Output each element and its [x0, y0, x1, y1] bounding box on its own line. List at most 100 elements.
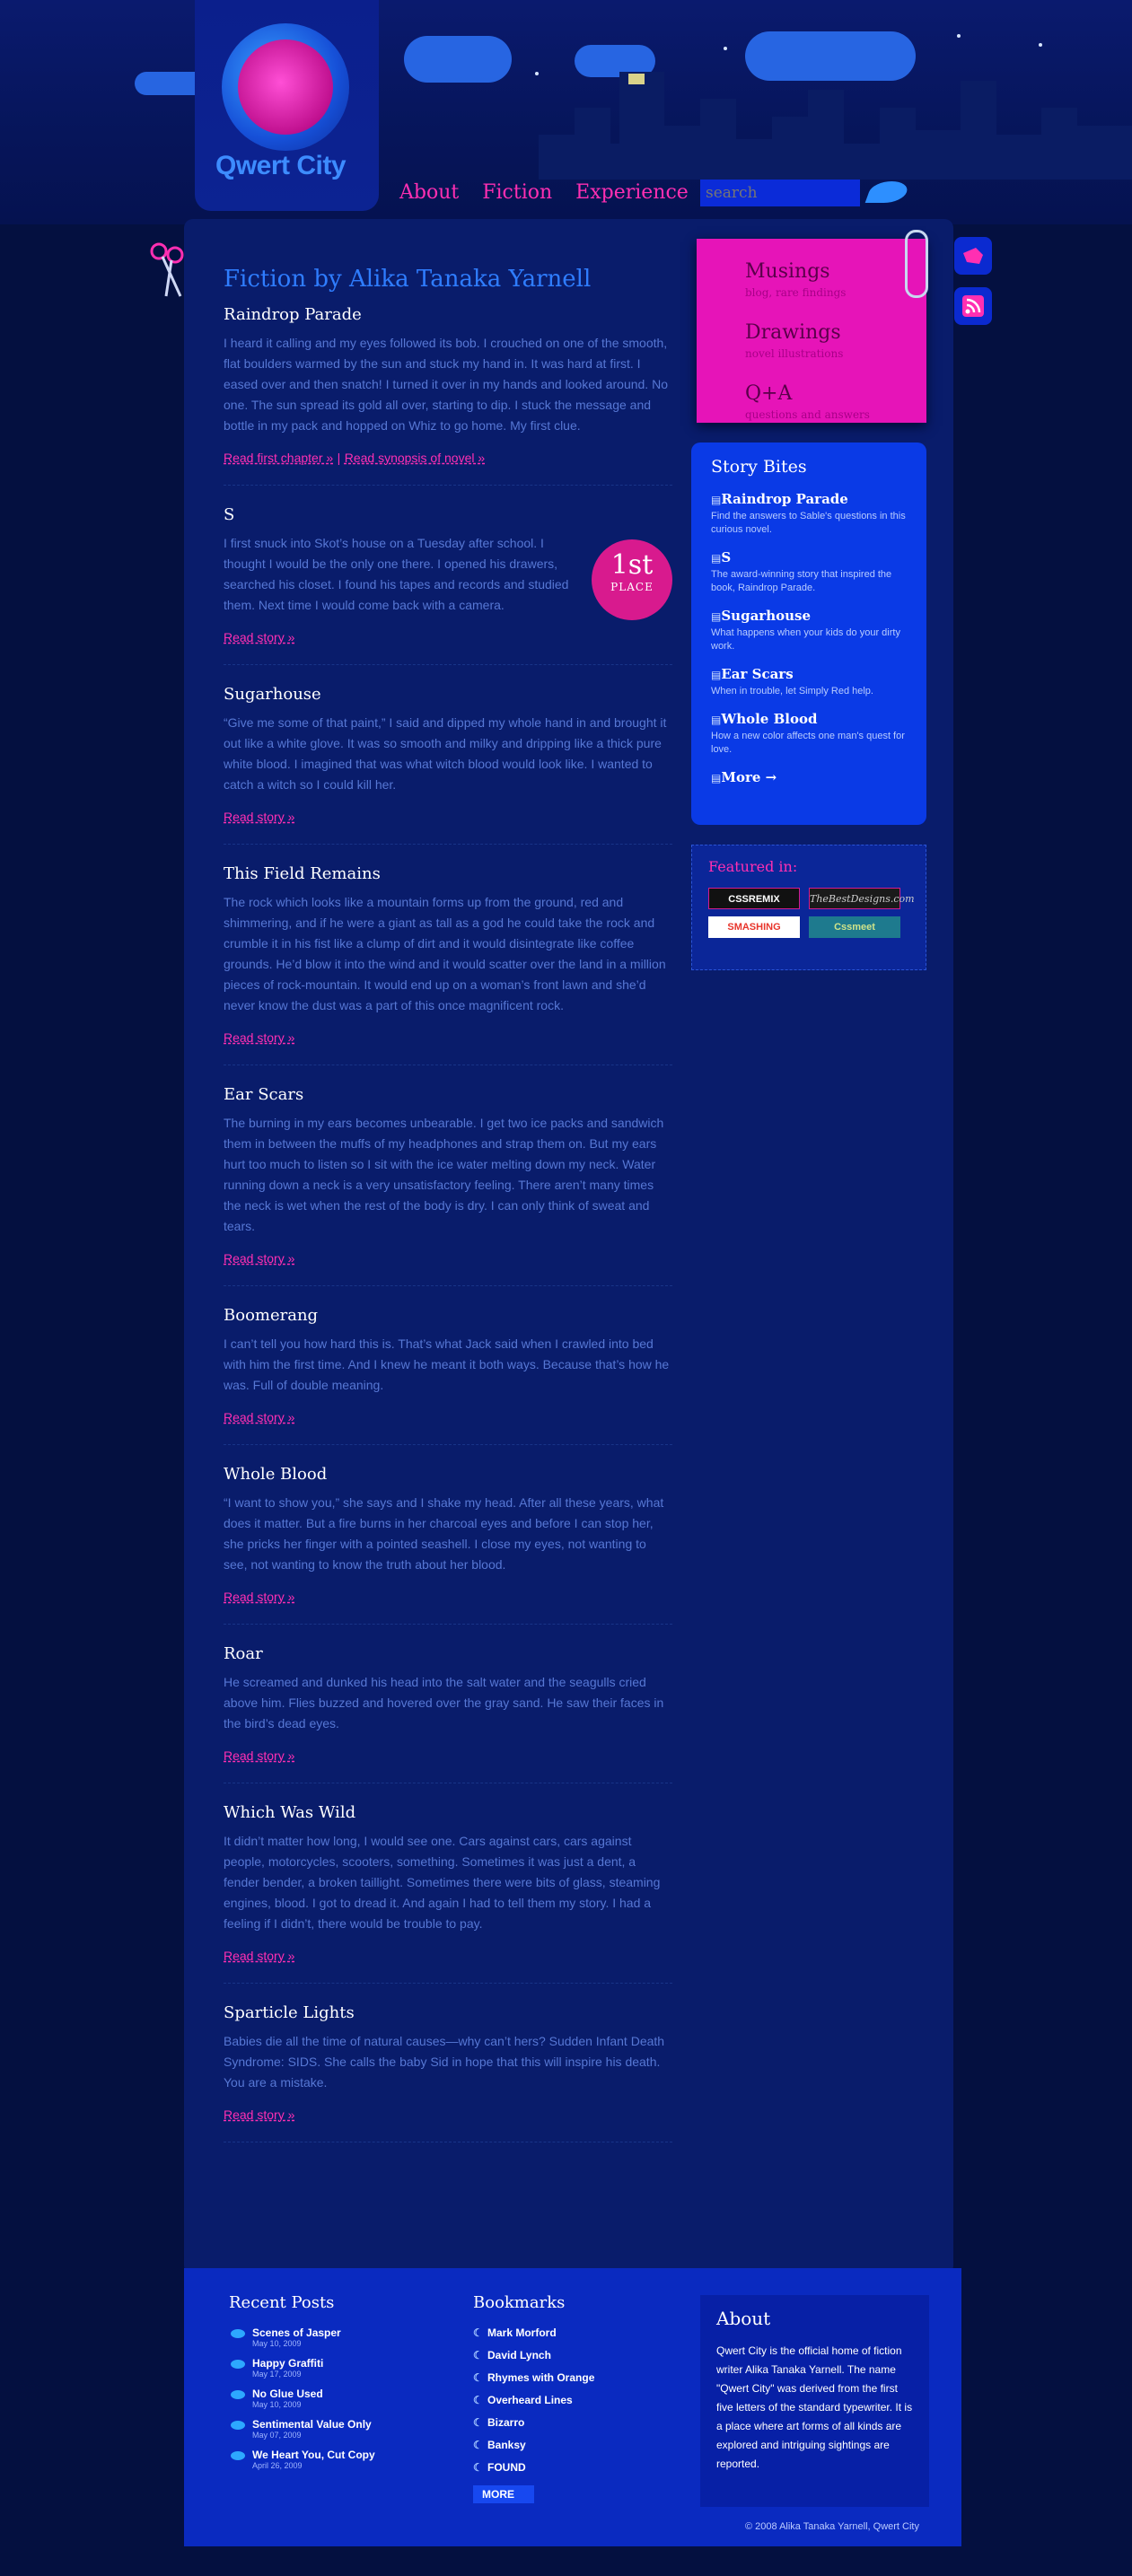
story-title[interactable]: Sparticle Lights: [224, 2003, 672, 2022]
star-decoration: [724, 47, 727, 50]
story-title[interactable]: Which Was Wild: [224, 1803, 672, 1822]
bookmarks-column: Bookmarks Mark Morford David Lynch Rhyme…: [473, 2293, 653, 2503]
bite-desc: When in trouble, let Simply Red help.: [711, 686, 873, 697]
bookmark-link[interactable]: FOUND: [473, 2461, 653, 2474]
footer: Recent Posts Scenes of Jasper May 10, 200…: [184, 2268, 961, 2546]
thebestdesigns-logo[interactable]: TheBestDesigns.com: [809, 888, 915, 909]
read-first-chapter-link[interactable]: Read first chapter »: [224, 451, 333, 465]
nav-about[interactable]: About: [399, 181, 459, 204]
search-input[interactable]: [700, 180, 860, 206]
story-title[interactable]: Roar: [224, 1644, 672, 1663]
bite-item[interactable]: S The award-winning story that inspired …: [711, 549, 907, 595]
cssremix-logo[interactable]: CSSREMIX: [708, 888, 800, 909]
note-item-qa[interactable]: Q+A questions and answers: [745, 382, 870, 422]
smashing-logo[interactable]: SMASHING: [708, 916, 800, 938]
read-synopsis-link[interactable]: Read synopsis of novel »: [345, 451, 485, 465]
story-entry: Whole Blood “I want to show you,” she sa…: [224, 1465, 672, 1625]
bite-desc: Find the answers to Sable's questions in…: [711, 511, 906, 535]
read-story-link[interactable]: Read story »: [224, 1590, 294, 1604]
page-title: Fiction by Alika Tanaka Yarnell: [224, 266, 592, 293]
bite-item[interactable]: Sugarhouse What happens when your kids d…: [711, 608, 907, 653]
star-decoration: [1039, 43, 1042, 47]
bite-desc: The award-winning story that inspired th…: [711, 569, 892, 593]
story-title[interactable]: Sugarhouse: [224, 685, 672, 704]
story-entry: S I first snuck into Skot’s house on a T…: [224, 505, 672, 665]
note-item-title: Drawings: [745, 321, 841, 344]
recent-post-item[interactable]: We Heart You, Cut Copy April 26, 2009: [229, 2449, 408, 2470]
recent-post-date: May 17, 2009: [252, 2370, 302, 2379]
bite-item[interactable]: Whole Blood How a new color affects one …: [711, 711, 907, 757]
story-title[interactable]: S: [224, 505, 672, 524]
read-story-link[interactable]: Read story »: [224, 1748, 294, 1763]
story-excerpt: “I want to show you,” she says and I sha…: [224, 1495, 664, 1572]
story-entry: Raindrop Parade I heard it calling and m…: [224, 305, 672, 486]
recent-post-title[interactable]: No Glue Used: [252, 2388, 408, 2400]
bookmark-link[interactable]: Overheard Lines: [473, 2394, 653, 2406]
bookmark-link[interactable]: Bizarro: [473, 2416, 653, 2429]
read-story-link[interactable]: Read story »: [224, 1030, 294, 1045]
story-title[interactable]: Whole Blood: [224, 1465, 672, 1484]
about-text: Qwert City is the official home of ficti…: [716, 2344, 913, 2470]
nav-fiction[interactable]: Fiction: [482, 181, 552, 204]
read-story-link[interactable]: Read story »: [224, 1251, 294, 1266]
logo-moon-icon: [238, 39, 333, 135]
bite-desc: How a new color affects one man's quest …: [711, 731, 905, 755]
read-story-link[interactable]: Read story »: [224, 810, 294, 824]
story-entry: This Field Remains The rock which looks …: [224, 864, 672, 1065]
read-story-link[interactable]: Read story »: [224, 1949, 294, 1963]
note-item-musings[interactable]: Musings blog, rare findings: [745, 260, 846, 300]
story-excerpt: Babies die all the time of natural cause…: [224, 2034, 665, 2090]
bite-title[interactable]: Whole Blood: [711, 711, 907, 727]
story-entry: Sparticle Lights Babies die all the time…: [224, 2003, 672, 2142]
bite-title[interactable]: Sugarhouse: [711, 608, 907, 624]
recent-post-item[interactable]: Sentimental Value Only May 07, 2009: [229, 2418, 408, 2440]
read-story-link[interactable]: Read story »: [224, 1410, 294, 1424]
note-item-drawings[interactable]: Drawings novel illustrations: [745, 321, 843, 361]
read-story-link[interactable]: Read story »: [224, 2107, 294, 2122]
read-story-link[interactable]: Read story »: [224, 630, 294, 644]
share-icon[interactable]: [954, 237, 992, 275]
recent-post-title[interactable]: Happy Graffiti: [252, 2357, 408, 2370]
recent-post-title[interactable]: We Heart You, Cut Copy: [252, 2449, 408, 2461]
bookmark-link[interactable]: Mark Morford: [473, 2326, 653, 2339]
story-title[interactable]: Boomerang: [224, 1306, 672, 1325]
site-logo-text[interactable]: Qwert City: [215, 151, 347, 181]
recent-post-title[interactable]: Scenes of Jasper: [252, 2326, 408, 2339]
recent-post-title[interactable]: Sentimental Value Only: [252, 2418, 408, 2431]
stories-column: Fiction by Alika Tanaka Yarnell Raindrop…: [224, 260, 672, 2162]
nav-experience[interactable]: Experience: [575, 181, 689, 204]
recent-post-date: May 07, 2009: [252, 2431, 302, 2440]
bite-title[interactable]: S: [711, 549, 907, 565]
bookmark-link[interactable]: Rhymes with Orange: [473, 2371, 653, 2384]
story-title[interactable]: This Field Remains: [224, 864, 672, 883]
bookmarks-more-button[interactable]: MORE: [473, 2485, 534, 2503]
bookmarks-heading: Bookmarks: [473, 2293, 566, 2312]
recent-post-date: May 10, 2009: [252, 2339, 302, 2348]
story-entry: Boomerang I can’t tell you how hard this…: [224, 1306, 672, 1445]
bite-more[interactable]: More →: [711, 769, 907, 785]
bookmark-link[interactable]: David Lynch: [473, 2349, 653, 2361]
story-title[interactable]: Ear Scars: [224, 1085, 672, 1104]
story-excerpt: He screamed and dunked his head into the…: [224, 1675, 664, 1730]
note-item-title: Musings: [745, 260, 830, 283]
cssmeet-logo[interactable]: Cssmeet: [809, 916, 900, 938]
rss-icon[interactable]: [954, 287, 992, 325]
recent-post-item[interactable]: Scenes of Jasper May 10, 2009: [229, 2326, 408, 2348]
bite-item[interactable]: Raindrop Parade Find the answers to Sabl…: [711, 491, 907, 537]
badge-label: PLACE: [610, 581, 654, 593]
bite-item[interactable]: Ear Scars When in trouble, let Simply Re…: [711, 666, 907, 698]
bookmark-link[interactable]: Banksy: [473, 2439, 653, 2451]
scissors-icon: [150, 242, 184, 297]
bite-title[interactable]: Ear Scars: [711, 666, 907, 682]
recent-post-date: May 10, 2009: [252, 2400, 302, 2409]
bite-more-link[interactable]: More →: [711, 769, 907, 785]
story-entry: Sugarhouse “Give me some of that paint,”…: [224, 685, 672, 845]
recent-post-date: April 26, 2009: [252, 2461, 303, 2470]
featured-heading: Featured in:: [708, 858, 798, 875]
recent-post-item[interactable]: No Glue Used May 10, 2009: [229, 2388, 408, 2409]
recent-post-item[interactable]: Happy Graffiti May 17, 2009: [229, 2357, 408, 2379]
story-title[interactable]: Raindrop Parade: [224, 305, 672, 324]
paperclip-icon: [905, 230, 928, 298]
bite-title[interactable]: Raindrop Parade: [711, 491, 907, 507]
story-entry: Roar He screamed and dunked his head int…: [224, 1644, 672, 1783]
